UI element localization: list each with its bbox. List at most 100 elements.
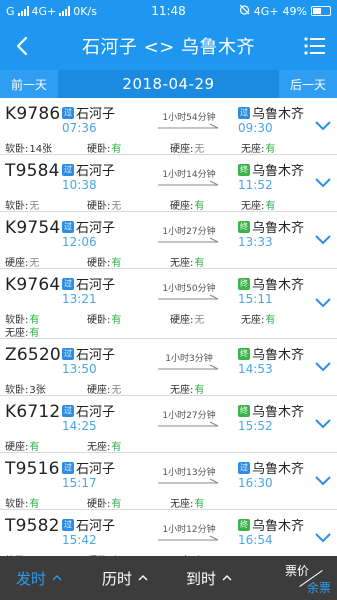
train-number: T9582 [5,516,60,536]
seat-count: 有 [111,144,122,155]
departure-time: 10:38 [62,178,97,192]
departure-station: 过石河子 [62,217,115,236]
station-type-badge: 终 [238,404,250,417]
battery-percent: 49% [282,4,307,18]
seat-availability: 无座:有 [5,324,39,339]
train-row[interactable]: K9786 过石河子 07:36 1小时54分钟过乌鲁木齐 09:30 软卧:14张 硬卧:… [0,98,337,155]
arrival-time: 14:53 [238,362,273,376]
seat-type-label: 无座: [170,385,194,396]
prev-day-button[interactable]: 前一天 [0,70,58,98]
arrow-right-icon [158,294,219,300]
seat-availability: 硬座:无 [87,381,121,396]
arrival-station-name: 乌鲁木齐 [252,221,305,236]
seat-count: 有 [265,315,276,326]
train-number: Z6520 [5,345,61,365]
train-list: K9786 过石河子 07:36 1小时54分钟过乌鲁木齐 09:30 软卧:14张 硬卧:… [0,98,337,556]
departure-station: 过石河子 [62,344,115,363]
back-arrow-icon[interactable] [0,22,44,70]
chevron-down-icon[interactable] [315,476,331,486]
sort-by-departure[interactable]: 发时 [16,568,62,589]
travel-duration: 1小时14分钟 [162,170,216,180]
seat-type-label: 硬座: [5,258,29,269]
station-type-badge: 终 [238,277,250,290]
date-bar: 前一天 2018-04-29 后一天 [0,70,337,98]
price-label: 票价 [285,564,310,578]
battery-icon [311,6,331,16]
travel-duration: 1小时27分钟 [162,227,216,237]
price-remaining-toggle[interactable]: 票价 余票 [285,560,331,598]
train-row[interactable]: T9584 过石河子 10:38 1小时14分钟终乌鲁木齐 11:52 软卧:无 硬卧:无硬… [0,155,337,212]
signal-icon-2 [59,6,71,16]
arrow-right-icon [158,421,219,427]
station-type-badge: 终 [238,347,250,360]
current-date[interactable]: 2018-04-29 [58,75,279,93]
arrival-station-name: 乌鲁木齐 [252,107,305,122]
departure-station-name: 石河子 [76,462,116,477]
seat-type-label: 无座: [170,499,194,510]
seat-count: 无 [111,201,122,212]
menu-icon[interactable] [293,22,337,70]
seat-count: 有 [29,499,40,510]
chevron-down-icon[interactable] [315,419,331,429]
status-left: G 4G+ 0K/s [6,5,239,18]
departure-time: 12:06 [62,235,97,249]
station-type-badge: 过 [62,277,74,290]
seat-availability: 硬卧:有 [87,495,121,510]
chevron-down-icon[interactable] [315,298,331,308]
departure-time: 07:36 [62,121,97,135]
train-row[interactable]: K9764 过石河子 13:21 1小时50分钟终乌鲁木齐 15:11 软卧:有 硬卧:有硬… [0,269,337,339]
sort-by-arrival[interactable]: 到时 [186,568,232,589]
sort-departure-label: 发时 [16,569,47,588]
train-row[interactable]: T9582过石河子15:421小时12分钟终乌鲁木齐16:54软卧:无硬卧:有无… [0,510,337,556]
departure-station-name: 石河子 [76,221,116,236]
train-number: K6712 [5,402,61,422]
seat-count: 有 [194,385,205,396]
remaining-label: 余票 [306,581,331,595]
chevron-up-icon [52,575,62,581]
arrival-station-name: 乌鲁木齐 [252,164,305,179]
seat-availability: 硬卧:无 [87,197,121,212]
seat-availability: 硬座:无 [170,140,204,155]
chevron-down-icon[interactable] [315,178,331,188]
seat-count: 3张 [29,385,46,396]
seat-type-label: 硬座: [170,315,194,326]
train-row[interactable]: T9516 过石河子 15:17 1小时13分钟过乌鲁木齐 16:30 软卧:有 硬卧:有无… [0,453,337,510]
sort-by-duration[interactable]: 历时 [102,568,148,589]
seat-type-label: 无座: [241,315,265,326]
arrow-right-icon [158,180,219,186]
train-row[interactable]: Z6520 过石河子 13:50 1小时3分钟终乌鲁木齐 14:53 软卧:3张 硬座:无无… [0,339,337,396]
departure-time: 14:25 [62,419,97,433]
seat-count: 无 [111,385,122,396]
chevron-down-icon[interactable] [315,121,331,131]
chevron-down-icon[interactable] [315,235,331,245]
seat-availability: 无座:有 [241,140,275,155]
seat-count: 有 [194,201,205,212]
departure-time: 15:17 [62,476,97,490]
network-type-1: 4G+ [31,4,57,18]
departure-time: 15:42 [62,533,97,547]
network-type-2: 4G+ [253,4,279,18]
seat-count: 无 [194,144,205,155]
arrival-station-name: 乌鲁木齐 [252,278,305,293]
seat-availability: 硬座:无 [170,311,204,326]
seat-availability: 硬卧:有 [87,311,121,326]
train-number: K9786 [5,104,61,124]
arrival-time: 16:54 [238,533,273,547]
seat-availability: 无座:有 [170,381,204,396]
chevron-down-icon[interactable] [315,533,331,543]
next-day-button[interactable]: 后一天 [279,70,337,98]
seat-availability: 无座:有 [170,495,204,510]
travel-duration: 1小时50分钟 [162,284,216,294]
train-row[interactable]: K6712 过石河子 14:25 1小时27分钟终乌鲁木齐 15:52 硬座:有 无座:有 [0,396,337,453]
seat-type-label: 软卧: [5,144,29,155]
departure-station-name: 石河子 [76,348,116,363]
station-type-badge: 终 [238,518,250,531]
arrival-station: 过乌鲁木齐 [238,458,304,477]
train-row[interactable]: K9754 过石河子 12:06 1小时27分钟终乌鲁木齐 13:33 硬座:无 硬卧:有无… [0,212,337,269]
train-number: K9764 [5,275,61,295]
chevron-down-icon[interactable] [315,362,331,372]
arrival-time: 11:52 [238,178,273,192]
departure-station-name: 石河子 [76,519,116,534]
departure-time: 13:21 [62,292,97,306]
station-type-badge: 过 [62,347,74,360]
